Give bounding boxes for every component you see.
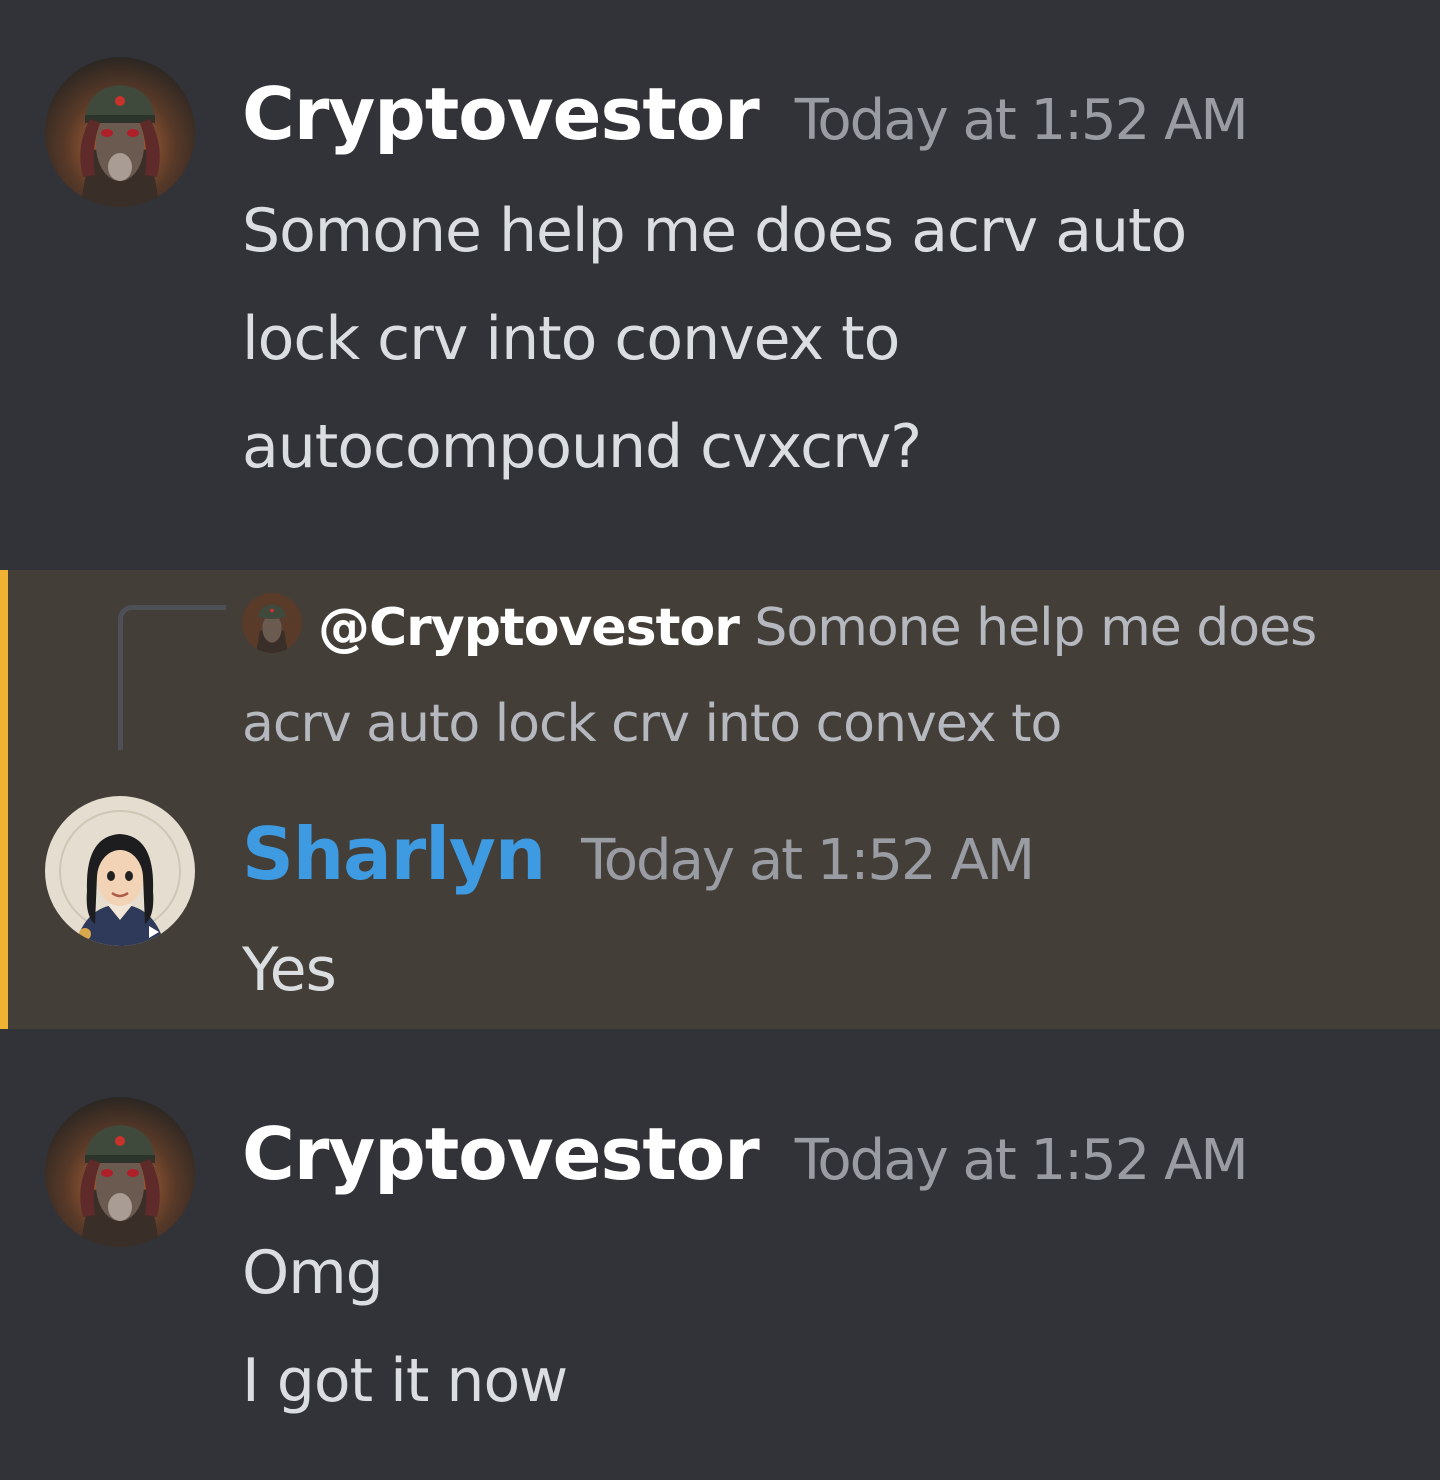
message-line: Somone help me does acrv auto (242, 196, 1187, 266)
timestamp[interactable]: Today at 1:52 AM (795, 1128, 1249, 1193)
timestamp[interactable]: Today at 1:52 AM (795, 88, 1249, 153)
message-2-highlighted: @Cryptovestor Somone help me does acrv a… (0, 570, 1440, 1029)
message-line: I got it now (242, 1346, 568, 1416)
message-1: Cryptovestor Today at 1:52 AM Somone hel… (0, 0, 1440, 570)
sharlyn-avatar-icon[interactable] (45, 796, 195, 946)
author-name[interactable]: Sharlyn (242, 812, 546, 896)
cryptovestor-avatar-icon[interactable] (45, 1097, 195, 1247)
reply-avatar-icon (242, 593, 302, 653)
message-header: Cryptovestor Today at 1:52 AM (242, 1112, 1249, 1196)
author-name[interactable]: Cryptovestor (242, 1112, 760, 1196)
chat-log: Cryptovestor Today at 1:52 AM Somone hel… (0, 0, 1440, 1480)
message-content: Somone help me does acrv auto lock crv i… (242, 177, 1187, 501)
message-line: Omg (242, 1238, 384, 1308)
message-line: lock crv into convex to (242, 304, 900, 374)
reply-mention[interactable]: @Cryptovestor (318, 598, 740, 658)
cryptovestor-avatar-icon[interactable] (45, 57, 195, 207)
message-3: Cryptovestor Today at 1:52 AM Omg I got … (0, 1029, 1440, 1480)
message-header: Cryptovestor Today at 1:52 AM (242, 72, 1249, 156)
message-content: Omg I got it now (242, 1219, 568, 1435)
reply-preview[interactable]: @Cryptovestor Somone help me does acrv a… (242, 580, 1362, 772)
message-line: autocompound cvxcrv? (242, 412, 922, 482)
author-name[interactable]: Cryptovestor (242, 72, 760, 156)
message-header: Sharlyn Today at 1:52 AM (242, 812, 1035, 896)
mention-highlight-bar (0, 570, 8, 1029)
message-content: Yes (242, 916, 337, 1024)
message-line: Yes (242, 935, 337, 1005)
timestamp[interactable]: Today at 1:52 AM (581, 828, 1035, 893)
reply-spine (118, 605, 226, 750)
